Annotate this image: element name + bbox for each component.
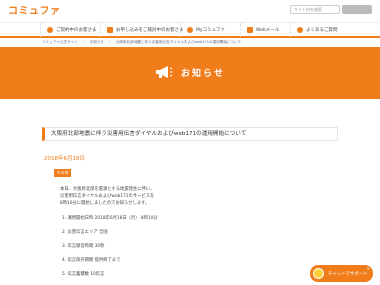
breadcrumb-item[interactable]: コミュファ公式サイト: [42, 40, 78, 44]
nav-item-mycommufa[interactable]: Myコミュファ: [180, 23, 225, 37]
nav-item-apply[interactable]: お申し込みをご検討中のお客さま: [100, 23, 184, 37]
site-logo[interactable]: コミュファ: [8, 2, 61, 17]
article-text-line: 災害用伝言ダイヤルおよびweb171のサービスを: [60, 194, 155, 199]
article-list-item: 1. 運用開始日時 2018年6月18日（月） 8時10分: [62, 216, 158, 221]
question-icon: [297, 27, 303, 33]
document-icon: [107, 27, 113, 33]
search-input[interactable]: サイト内を検索: [290, 5, 340, 14]
article-date: 2018年6月18日: [44, 156, 85, 162]
article-title: 大阪府北部地震に伴う災害用伝言ダイヤルおよびweb171の運用開始について: [42, 127, 338, 141]
article-list-item: 5. 伝言蓄積数 10伝言: [62, 272, 105, 277]
chat-label: チャットでサポート: [328, 271, 368, 277]
search-button[interactable]: [342, 5, 372, 14]
site-header: コミュファ サイト内を検索: [0, 0, 380, 22]
breadcrumb-separator: ›: [109, 40, 111, 44]
category-tag: その他: [54, 169, 71, 177]
chat-support-button[interactable]: チャットでサポート ×: [310, 265, 373, 282]
nav-label: お申し込みをご検討中のお客さま: [116, 28, 184, 33]
mail-icon: [247, 27, 253, 33]
nav-label: Webメール: [256, 28, 280, 33]
page-hero: お知らせ: [0, 47, 380, 99]
article-text-line: 本日、大阪府北部を震源とする地震発生に伴い、: [60, 187, 155, 192]
global-nav: ご契約中のお客さま お申し込みをご検討中のお客さま Myコミュファ Webメール…: [0, 22, 380, 38]
article-list-item: 4. 伝言保存期間 提供終了まで: [62, 258, 121, 263]
breadcrumb-item[interactable]: お知らせ: [90, 40, 104, 44]
nav-item-webmail[interactable]: Webメール: [240, 23, 279, 37]
person-icon: [47, 27, 53, 33]
article-list-item: 3. 伝言録音時間 30秒: [62, 244, 105, 249]
article-list-item: 2. 災害伝言エリア 全国: [62, 230, 108, 235]
logo-text: コミュファ: [8, 6, 61, 17]
nav-label: Myコミュファ: [196, 28, 226, 33]
chat-mascot-icon: [313, 268, 324, 279]
breadcrumb: コミュファ公式サイト › お知らせ › 大阪府北部地震に伴う災害用伝言ダイヤルお…: [42, 40, 245, 45]
megaphone-icon: [156, 66, 173, 78]
nav-label: よくあるご質問: [306, 28, 338, 33]
nav-item-contract[interactable]: ご契約中のお客さま: [40, 23, 97, 37]
close-icon[interactable]: ×: [367, 266, 370, 271]
user-circle-icon: [187, 27, 193, 33]
article-text-line: 8時10分に開始しましたのでお知らせします。: [60, 201, 150, 206]
nav-item-faq[interactable]: よくあるご質問: [290, 23, 338, 37]
page-title: お知らせ: [181, 68, 225, 79]
breadcrumb-separator: ›: [83, 40, 85, 44]
nav-label: ご契約中のお客さま: [56, 28, 97, 33]
breadcrumb-item: 大阪府北部地震に伴う災害用伝言ダイヤルおよびweb171の運用開始について: [115, 40, 242, 44]
